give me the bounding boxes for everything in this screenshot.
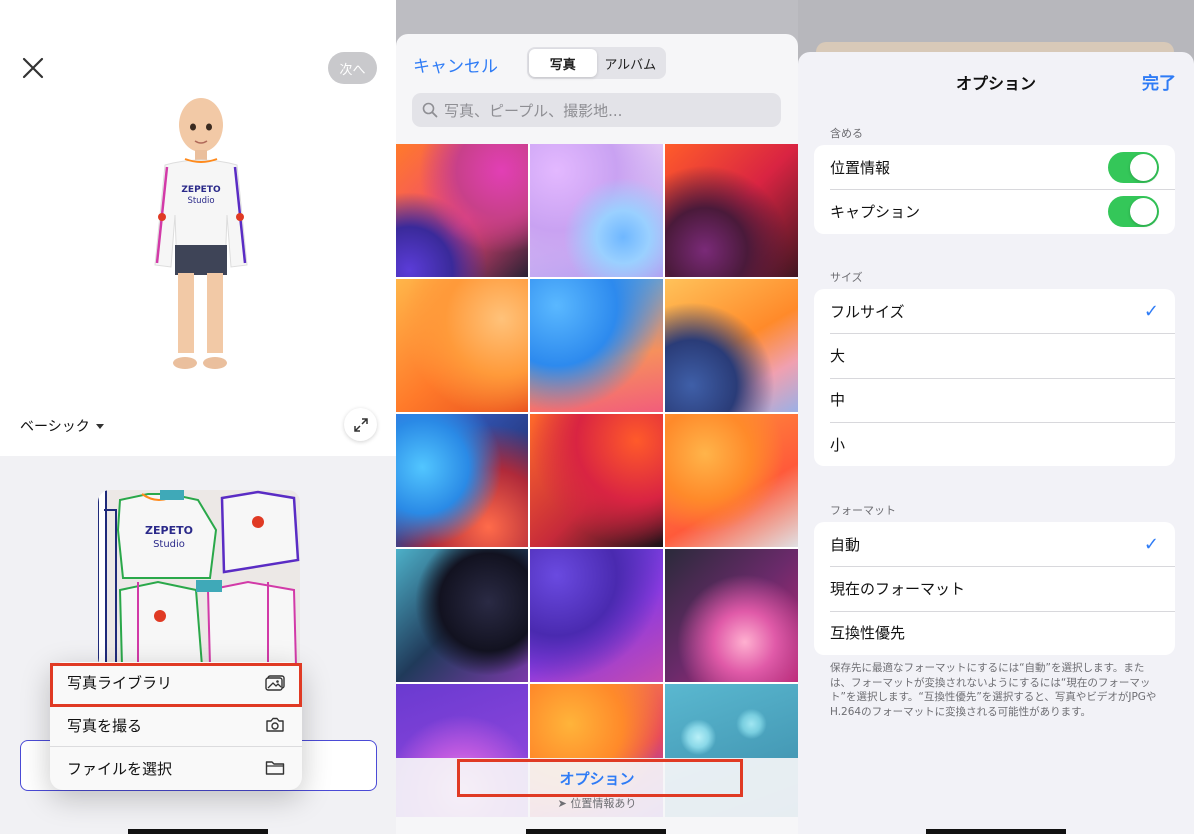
menu-item-label: ファイルを選択 [67, 759, 173, 778]
location-toggle[interactable] [1108, 151, 1159, 183]
caption-toggle[interactable] [1108, 195, 1159, 227]
search-icon [422, 102, 438, 118]
caret-down-icon [95, 423, 104, 429]
format-footnote: 保存先に最適なフォーマットにするには“自動”を選択します。または、フォーマットが… [830, 662, 1157, 718]
close-icon[interactable] [20, 55, 46, 81]
template-logo-line1: ZEPETO [145, 524, 193, 537]
photo-grid [396, 144, 798, 817]
row-label: 小 [830, 435, 846, 454]
checkmark-icon: ✓ [1143, 533, 1159, 555]
highlight-box-options [457, 759, 743, 797]
camera-icon [266, 718, 284, 733]
photo-picker-sheet: キャンセル 写真 アルバム 写真、ピープル、撮影地... オプション ➤ 位置情… [396, 34, 798, 834]
photo-thumbnail[interactable] [665, 414, 798, 547]
row-label: 互換性優先 [830, 624, 906, 643]
expand-button[interactable] [344, 408, 377, 441]
home-indicator [526, 829, 666, 834]
tab-photos[interactable]: 写真 [529, 49, 597, 77]
photo-picker-panel: キャンセル 写真 アルバム 写真、ピープル、撮影地... オプション ➤ 位置情… [396, 0, 798, 834]
done-button[interactable]: 完了 [1142, 69, 1176, 94]
location-arrow-icon: ➤ [557, 797, 567, 810]
tab-albums[interactable]: アルバム [597, 49, 665, 77]
avatar-shirt-logo-line1: ZEPETO [181, 185, 221, 195]
size-option-full[interactable]: フルサイズ ✓ [814, 289, 1175, 333]
location-note: ➤ 位置情報あり [396, 795, 798, 811]
row-label: フルサイズ [830, 302, 905, 321]
location-note-text: 位置情報あり [570, 797, 637, 810]
checkmark-icon: ✓ [1143, 300, 1159, 322]
search-placeholder: 写真、ピープル、撮影地... [444, 101, 623, 120]
include-section-header: 含める [830, 127, 863, 140]
row-label: 位置情報 [830, 158, 891, 177]
photo-thumbnail[interactable] [665, 549, 798, 682]
cancel-button[interactable]: キャンセル [413, 52, 498, 77]
expand-arrows-icon [353, 417, 368, 432]
row-label: 中 [830, 391, 846, 410]
include-group: 位置情報 キャプション [814, 145, 1175, 234]
row-caption: キャプション [814, 189, 1175, 233]
row-label: 自動 [830, 535, 861, 554]
photo-thumbnail[interactable] [396, 144, 528, 277]
style-selector[interactable]: ベーシック [20, 416, 104, 436]
size-section-header: サイズ [830, 271, 863, 284]
avatar-preview: ZEPETO Studio [154, 98, 248, 369]
home-indicator [926, 829, 1066, 834]
home-indicator [128, 829, 268, 834]
photo-thumbnail[interactable] [396, 549, 528, 682]
template-logo-line2: Studio [153, 539, 185, 550]
photo-thumbnail[interactable] [530, 414, 663, 547]
row-label: 大 [830, 346, 846, 365]
style-selector-label: ベーシック [20, 419, 90, 435]
photos-albums-segmented-control: 写真 アルバム [527, 47, 666, 79]
format-option-current[interactable]: 現在のフォーマット [814, 566, 1175, 610]
photo-thumbnail[interactable] [396, 414, 528, 547]
photo-thumbnail[interactable] [665, 279, 798, 412]
search-field[interactable]: 写真、ピープル、撮影地... [412, 93, 781, 127]
options-panel: オプション 完了 含める 位置情報 キャプション サイズ フルサイズ ✓ 大 中 [798, 0, 1194, 834]
options-title: オプション [955, 74, 1036, 93]
size-option-medium[interactable]: 中 [814, 377, 1175, 422]
size-group: フルサイズ ✓ 大 中 小 [814, 289, 1175, 467]
photo-thumbnail[interactable] [665, 144, 798, 277]
format-group: 自動 ✓ 現在のフォーマット 互換性優先 [814, 522, 1175, 655]
photo-thumbnail[interactable] [396, 279, 528, 412]
format-option-compatible[interactable]: 互換性優先 [814, 610, 1175, 655]
menu-item-label: 写真を撮る [67, 716, 143, 735]
photo-thumbnail[interactable] [530, 279, 663, 412]
folder-icon [265, 761, 285, 776]
photo-thumbnail[interactable] [530, 549, 663, 682]
row-location: 位置情報 [814, 145, 1175, 189]
size-option-large[interactable]: 大 [814, 333, 1175, 377]
format-option-auto[interactable]: 自動 ✓ [814, 522, 1175, 566]
photo-thumbnail[interactable] [530, 144, 663, 277]
size-option-small[interactable]: 小 [814, 421, 1175, 466]
options-sheet: オプション 完了 含める 位置情報 キャプション サイズ フルサイズ ✓ 大 中 [798, 52, 1194, 834]
zepeto-editor-panel: 次へ ZEPETO Studio ベーシック ZEPETO Studio 写真ラ… [0, 0, 396, 834]
clothing-template-preview: ZEPETO Studio [98, 490, 300, 670]
row-label: 現在のフォーマット [830, 579, 966, 598]
menu-item-choose-file[interactable]: ファイルを選択 [50, 747, 302, 790]
avatar-shirt-logo-line2: Studio [187, 196, 214, 206]
format-section-header: フォーマット [830, 504, 896, 517]
next-button[interactable]: 次へ [328, 52, 377, 84]
highlight-box-photo-library [50, 663, 302, 707]
menu-item-take-photo[interactable]: 写真を撮る [50, 705, 302, 748]
row-label: キャプション [830, 202, 921, 221]
